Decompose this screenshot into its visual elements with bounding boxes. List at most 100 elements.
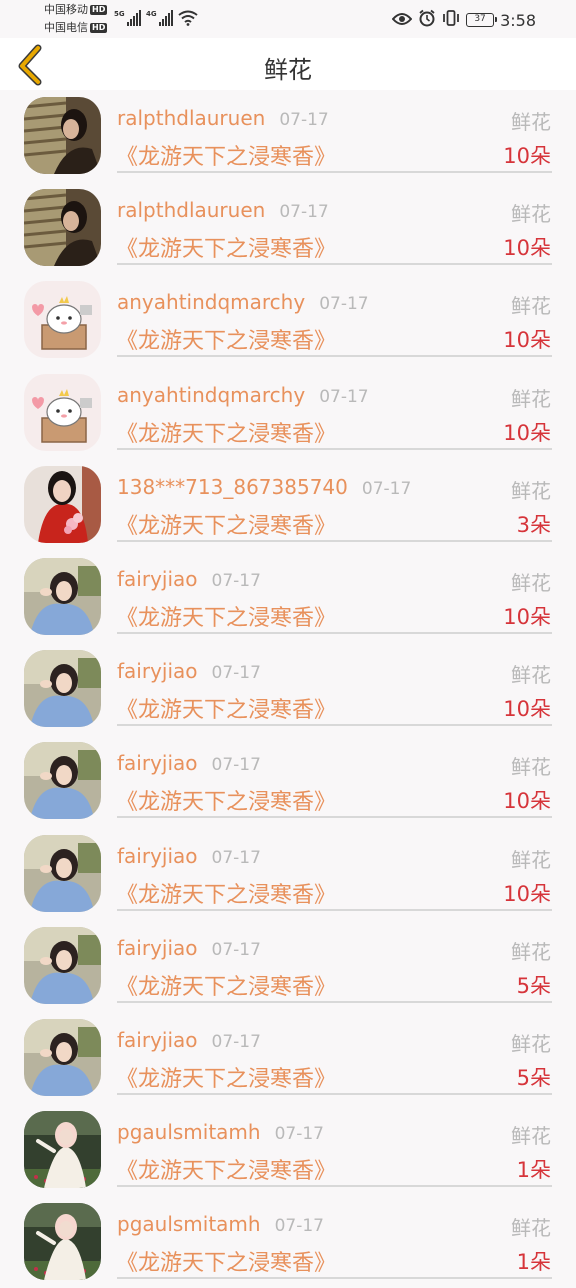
username[interactable]: pgaulsmitamh — [117, 1120, 261, 1144]
list-item[interactable]: pgaulsmitamh 07-17 鲜花 《龙游天下之浸寒香》 1朵 — [0, 1196, 576, 1288]
date: 07-17 — [211, 939, 261, 960]
carrier-2-name: 中国电信 — [44, 21, 88, 34]
gift-type: 鲜花 — [511, 847, 551, 872]
gift-quantity: 10朵 — [503, 789, 551, 814]
username[interactable]: 138***713_867385740 — [117, 475, 348, 499]
wifi-icon — [178, 10, 198, 30]
list-item[interactable]: fairyjiao 07-17 鲜花 《龙游天下之浸寒香》 10朵 — [0, 643, 576, 735]
list-item[interactable]: 138***713_867385740 07-17 鲜花《龙游天下之浸寒香》 3朵 — [0, 459, 576, 551]
book-title[interactable]: 《龙游天下之浸寒香》 — [116, 692, 336, 724]
username[interactable]: anyahtindqmarchy — [117, 290, 305, 314]
book-title[interactable]: 《龙游天下之浸寒香》 — [116, 784, 336, 816]
gift-type: 鲜花 — [511, 1031, 551, 1056]
username-line: fairyjiao 07-17 — [117, 751, 261, 775]
username-line: pgaulsmitamh 07-17 — [117, 1212, 324, 1236]
signal-4g-label: 4G — [146, 10, 157, 18]
gift-quantity: 10朵 — [503, 144, 551, 168]
divider — [117, 1185, 552, 1188]
gift-type: 鲜花 — [511, 939, 551, 964]
vibrate-icon — [442, 9, 460, 31]
list-item[interactable]: fairyjiao 07-17 鲜花 《龙游天下之浸寒香》 5朵 — [0, 1012, 576, 1104]
gift-quantity: 1朵 — [516, 1250, 551, 1275]
list-item[interactable]: anyahtindqmarchy 07-17 鲜花 《龙游天下之浸寒香》 10朵 — [0, 274, 576, 366]
book-title[interactable]: 《龙游天下之浸寒香》 — [116, 323, 336, 355]
date: 07-17 — [211, 755, 261, 776]
gift-quantity: 3朵 — [516, 512, 551, 537]
divider — [117, 355, 552, 358]
divider — [117, 447, 552, 450]
avatar[interactable] — [24, 834, 101, 912]
carrier-2: 中国电信 HD — [44, 21, 108, 35]
book-title[interactable]: 《龙游天下之浸寒香》 — [116, 1245, 336, 1277]
book-title[interactable]: 《龙游天下之浸寒香》 — [116, 877, 336, 909]
carrier-1-name: 中国移动 — [44, 3, 88, 16]
divider — [117, 171, 552, 173]
date: 07-17 — [211, 570, 261, 591]
username[interactable]: ralpthdlauruen — [117, 106, 265, 130]
username-line: fairyjiao 07-17 — [117, 844, 261, 868]
book-title[interactable]: 《龙游天下之浸寒香》 — [116, 508, 336, 540]
book-title[interactable]: 《龙游天下之浸寒香》 — [116, 231, 336, 263]
signal-4g-icon: 4G — [146, 10, 173, 26]
signal-5g-label: 5G — [114, 10, 125, 18]
username[interactable]: fairyjiao — [117, 1028, 198, 1052]
avatar[interactable] — [24, 1203, 101, 1281]
list-item[interactable]: fairyjiao 07-17 鲜花 《龙游天下之浸寒香》 10朵 — [0, 735, 576, 827]
avatar[interactable] — [24, 1111, 101, 1189]
gift-quantity: 10朵 — [503, 697, 551, 722]
username[interactable]: ralpthdlauruen — [117, 198, 265, 222]
avatar[interactable] — [24, 97, 101, 174]
list-item[interactable]: fairyjiao 07-17 鲜花 《龙游天下之浸寒香》 10朵 — [0, 551, 576, 643]
list-item[interactable]: fairyjiao 07-17 鲜花《龙游天下之浸寒香》 5朵 — [0, 920, 576, 1012]
divider — [117, 1000, 552, 1003]
gift-type: 鲜花 — [511, 202, 551, 227]
book-title[interactable]: 《龙游天下之浸寒香》 — [116, 600, 336, 632]
eye-icon — [391, 11, 413, 30]
avatar[interactable] — [24, 742, 101, 820]
gift-quantity: 1朵 — [516, 1158, 551, 1183]
carrier-1: 中国移动 HD — [44, 3, 108, 17]
list-item[interactable]: ralpthdlauruen 07-17 鲜花《龙游天下之浸寒香》 10朵 — [0, 182, 576, 274]
gift-type: 鲜花 — [511, 110, 551, 134]
avatar[interactable] — [24, 189, 101, 267]
list-item[interactable]: fairyjiao 07-17 鲜花 《龙游天下之浸寒香》 10朵 — [0, 828, 576, 920]
username[interactable]: fairyjiao — [117, 936, 198, 960]
divider — [117, 1277, 552, 1280]
username[interactable]: fairyjiao — [117, 659, 198, 683]
book-title[interactable]: 《龙游天下之浸寒香》 — [116, 416, 336, 448]
divider — [117, 724, 552, 727]
book-title[interactable]: 《龙游天下之浸寒香》 — [116, 139, 336, 171]
avatar[interactable] — [24, 557, 101, 635]
list-item[interactable]: anyahtindqmarchy 07-17 鲜花 《龙游天下之浸寒香》 10朵 — [0, 367, 576, 459]
username[interactable]: fairyjiao — [117, 844, 198, 868]
gift-quantity: 5朵 — [516, 973, 551, 998]
signal-5g-icon: 5G — [114, 10, 141, 26]
avatar[interactable] — [24, 926, 101, 1004]
gift-quantity: 10朵 — [503, 236, 551, 261]
avatar[interactable] — [24, 650, 101, 728]
date: 07-17 — [274, 1216, 324, 1237]
username[interactable]: anyahtindqmarchy — [117, 383, 305, 407]
username-line: pgaulsmitamh 07-17 — [117, 1120, 324, 1144]
gift-type: 鲜花 — [511, 478, 551, 503]
date: 07-17 — [279, 202, 329, 223]
book-title[interactable]: 《龙游天下之浸寒香》 — [116, 1153, 336, 1185]
username[interactable]: fairyjiao — [117, 567, 198, 591]
nav-bar: 鲜花 — [0, 38, 576, 90]
avatar[interactable] — [24, 465, 101, 543]
gift-record-list[interactable]: ralpthdlauruen 07-17 鲜花 《龙游天下之浸寒香》 10朵 ralpth… — [0, 90, 576, 1288]
gift-type: 鲜花 — [511, 294, 551, 319]
avatar[interactable] — [24, 281, 101, 359]
divider — [117, 263, 552, 266]
date: 07-17 — [361, 478, 412, 499]
gift-type: 鲜花 — [511, 663, 551, 688]
username[interactable]: fairyjiao — [117, 751, 198, 775]
page-title: 鲜花 — [264, 56, 312, 84]
list-item[interactable]: pgaulsmitamh 07-17 鲜花 《龙游天下之浸寒香》 1朵 — [0, 1104, 576, 1196]
book-title[interactable]: 《龙游天下之浸寒香》 — [116, 1061, 336, 1093]
book-title[interactable]: 《龙游天下之浸寒香》 — [116, 969, 336, 1001]
avatar[interactable] — [24, 1018, 101, 1096]
list-item[interactable]: ralpthdlauruen 07-17 鲜花 《龙游天下之浸寒香》 10朵 — [0, 90, 576, 182]
avatar[interactable] — [24, 373, 101, 451]
username[interactable]: pgaulsmitamh — [117, 1212, 261, 1236]
